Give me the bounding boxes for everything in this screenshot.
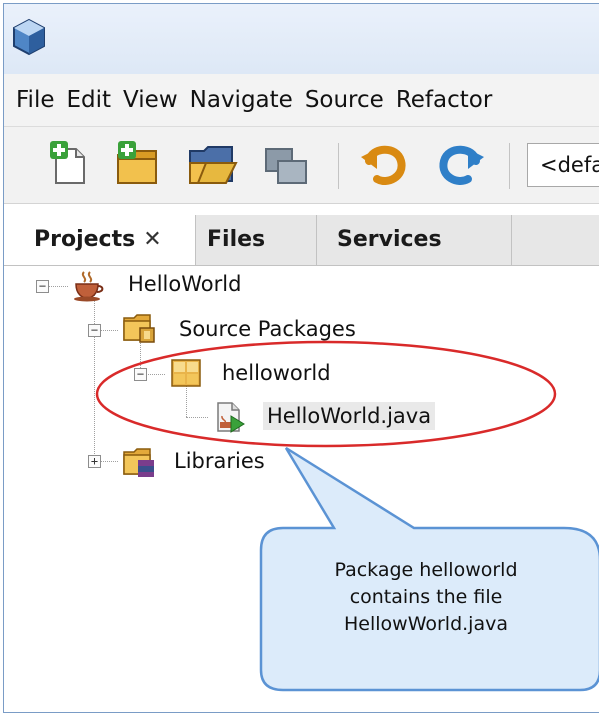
callout-line: Package helloworld — [334, 559, 518, 581]
callout-line: contains the file — [349, 586, 503, 608]
callout-line: HellowWorld.java — [344, 613, 508, 635]
annotation-ellipse — [95, 340, 557, 448]
callout-text: Package helloworld contains the file Hel… — [276, 557, 576, 638]
ide-window: File Edit View Navigate Source Refactor — [3, 3, 599, 713]
